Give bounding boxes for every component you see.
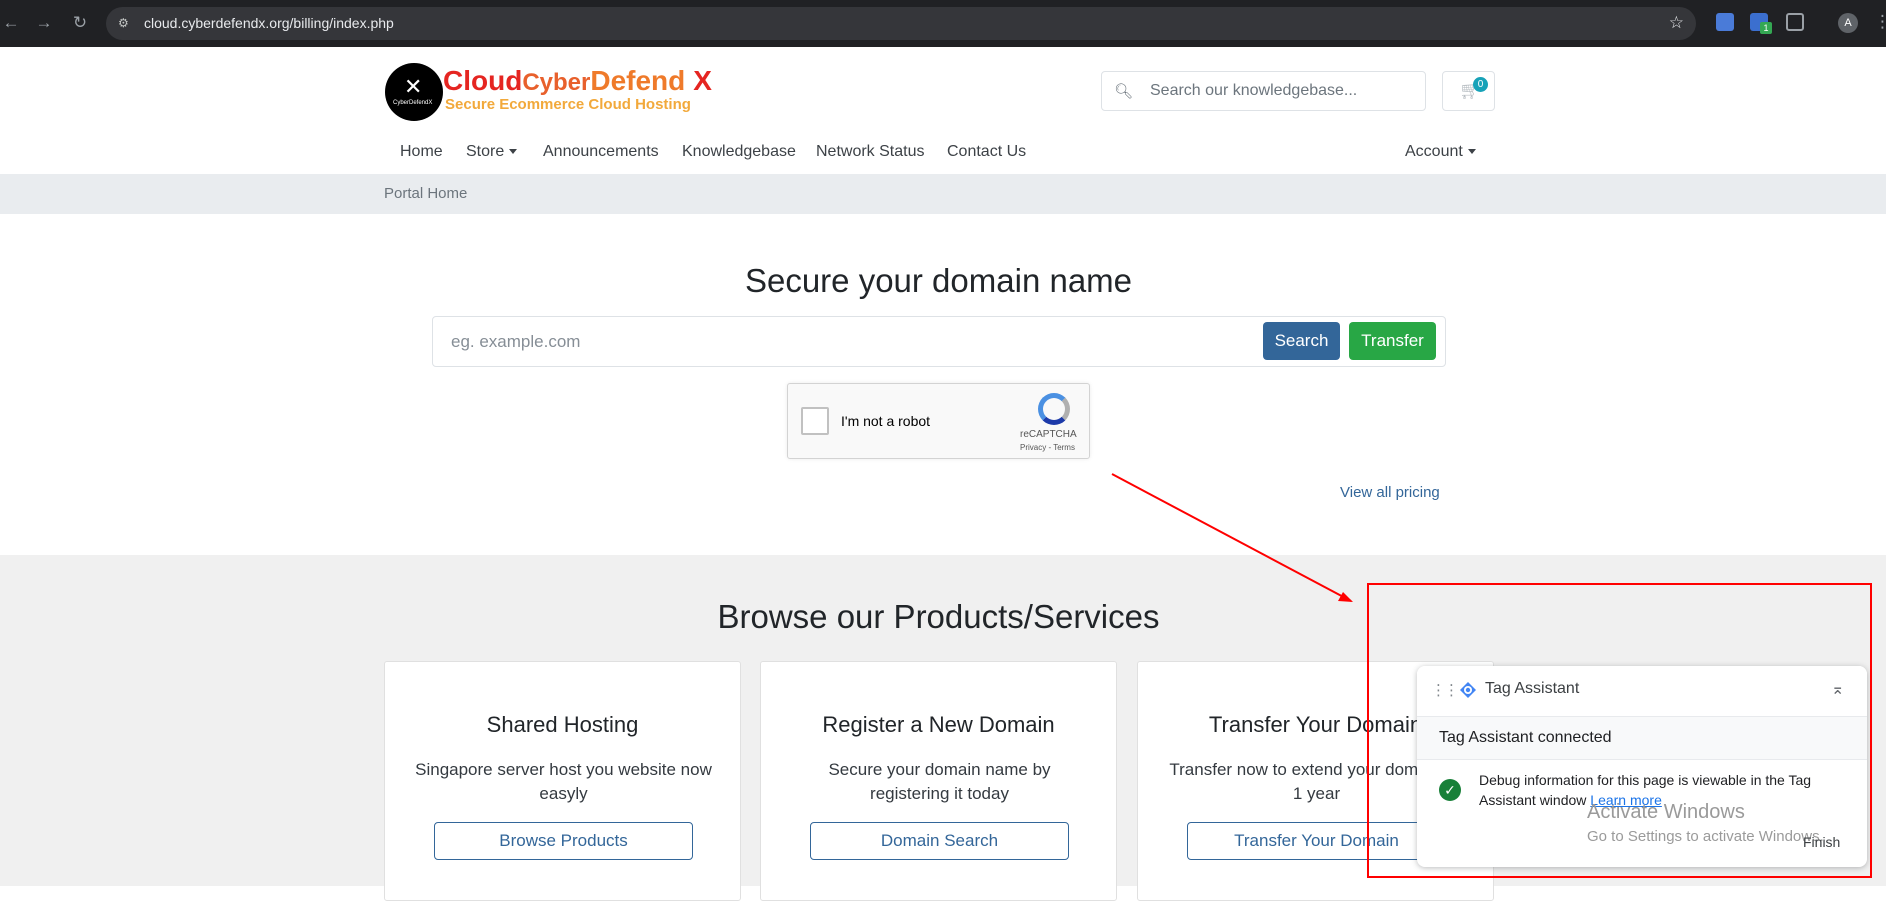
reload-icon[interactable]: ↻ <box>69 12 91 34</box>
nav-contact-us[interactable]: Contact Us <box>947 143 1026 161</box>
recaptcha-terms[interactable]: Privacy - Terms <box>1020 443 1075 452</box>
nav-account-label: Account <box>1405 143 1463 160</box>
chevron-down-icon <box>1467 149 1476 155</box>
breadcrumb: Portal Home <box>0 174 1886 214</box>
forward-icon[interactable]: → <box>33 12 55 34</box>
browse-products-button[interactable]: Browse Products <box>434 822 693 860</box>
tag-assistant-status-row: Tag Assistant connected <box>1417 716 1867 760</box>
finish-button[interactable]: Finish <box>1803 834 1840 850</box>
view-all-pricing-link[interactable]: View all pricing <box>1340 484 1440 501</box>
address-bar[interactable]: ⚙ cloud.cyberdefendx.org/billing/index.p… <box>106 7 1696 40</box>
check-circle-icon: ✓ <box>1439 779 1461 801</box>
logo-caption: CyberDefendX <box>393 100 433 106</box>
nav-home[interactable]: Home <box>400 143 443 161</box>
cart-count-badge: 0 <box>1473 77 1488 92</box>
extension-badge: 1 <box>1760 22 1772 34</box>
recaptcha-checkbox[interactable] <box>801 407 829 435</box>
product-card-title: Shared Hosting <box>486 712 639 737</box>
activate-windows-subtext: Go to Settings to activate Windows. <box>1587 828 1824 845</box>
knowledgebase-search[interactable]: 🔍︎ <box>1101 71 1426 111</box>
url-text[interactable]: cloud.cyberdefendx.org/billing/index.php <box>144 15 394 31</box>
recaptcha-brand: reCAPTCHA <box>1020 429 1077 440</box>
bookmark-star-icon[interactable]: ☆ <box>1669 13 1684 33</box>
browser-menu-icon[interactable]: ⋮ <box>1874 12 1886 32</box>
product-card-desc: Secure your domain name by registering i… <box>828 760 1051 803</box>
site-settings-icon[interactable]: ⚙ <box>118 16 134 31</box>
extension-icon[interactable] <box>1716 13 1734 31</box>
brand-tagline: Secure Ecommerce Cloud Hosting <box>445 96 691 113</box>
breadcrumb-portal-home[interactable]: Portal Home <box>384 185 467 202</box>
brand-name[interactable]: CloudCyberDefend X <box>443 65 712 99</box>
back-icon[interactable]: ← <box>0 12 22 34</box>
collapse-icon[interactable]: ⌅ <box>1831 679 1844 699</box>
site-logo[interactable]: ✕ CyberDefendX <box>385 63 443 121</box>
nav-announcements[interactable]: Announcements <box>543 143 659 161</box>
nav-knowledgebase[interactable]: Knowledgebase <box>682 143 796 161</box>
tag-assistant-connected: Tag Assistant connected <box>1439 729 1612 746</box>
brand-word-cloud: Cloud <box>443 65 523 96</box>
recaptcha-label: I'm not a robot <box>841 413 931 429</box>
cart-button[interactable]: 🛒︎ 0 <box>1442 71 1495 111</box>
activate-windows-watermark: Activate Windows <box>1587 801 1745 823</box>
knowledgebase-search-input[interactable] <box>1150 80 1415 102</box>
nav-store-label: Store <box>466 143 505 160</box>
puzzle-extensions-icon[interactable] <box>1786 13 1804 31</box>
products-title: Browse our Products/Services <box>717 598 1160 635</box>
domain-search-title: Secure your domain name <box>744 262 1133 299</box>
search-icon: 🔍︎ <box>1114 83 1134 100</box>
tag-assistant-extension-icon[interactable]: 1 <box>1750 13 1772 34</box>
nav-account[interactable]: Account <box>1405 143 1476 161</box>
nav-store[interactable]: Store <box>466 143 518 161</box>
tag-assistant-title: Tag Assistant <box>1485 680 1580 697</box>
chevron-down-icon <box>509 149 518 155</box>
product-card-shared-hosting: Shared Hosting Singapore server host you… <box>384 661 741 901</box>
tag-assistant-logo-icon <box>1460 682 1476 698</box>
brand-word-x: X <box>693 65 712 96</box>
nav-network-status[interactable]: Network Status <box>816 143 924 161</box>
tag-assistant-header: ⋮⋮ Tag Assistant ⌅ <box>1417 666 1867 716</box>
logo-mark-icon: ✕ <box>404 74 423 99</box>
domain-input[interactable] <box>451 331 1231 353</box>
tag-assistant-panel: ⋮⋮ Tag Assistant ⌅ Tag Assistant connect… <box>1417 666 1867 867</box>
drag-handle-icon[interactable]: ⋮⋮ <box>1431 681 1459 699</box>
product-card-title: Register a New Domain <box>822 712 1055 737</box>
browser-toolbar: ← → ↻ ⚙ cloud.cyberdefendx.org/billing/i… <box>0 0 1886 47</box>
recaptcha-widget: I'm not a robot reCAPTCHA Privacy - Term… <box>787 383 1090 459</box>
domain-transfer-button[interactable]: Transfer <box>1349 322 1436 360</box>
profile-avatar[interactable]: A <box>1838 13 1858 33</box>
product-card-register-domain: Register a New Domain Secure your domain… <box>760 661 1117 901</box>
domain-search-button[interactable]: Search <box>1263 322 1340 360</box>
brand-word-defend: Defend <box>590 65 686 96</box>
product-card-desc: Singapore server host you website now ea… <box>415 760 712 803</box>
brand-word-cyber: Cyber <box>522 69 591 96</box>
domain-search-card-button[interactable]: Domain Search <box>810 822 1069 860</box>
recaptcha-logo-icon <box>1038 393 1070 425</box>
transfer-your-domain-button[interactable]: Transfer Your Domain <box>1187 822 1446 860</box>
